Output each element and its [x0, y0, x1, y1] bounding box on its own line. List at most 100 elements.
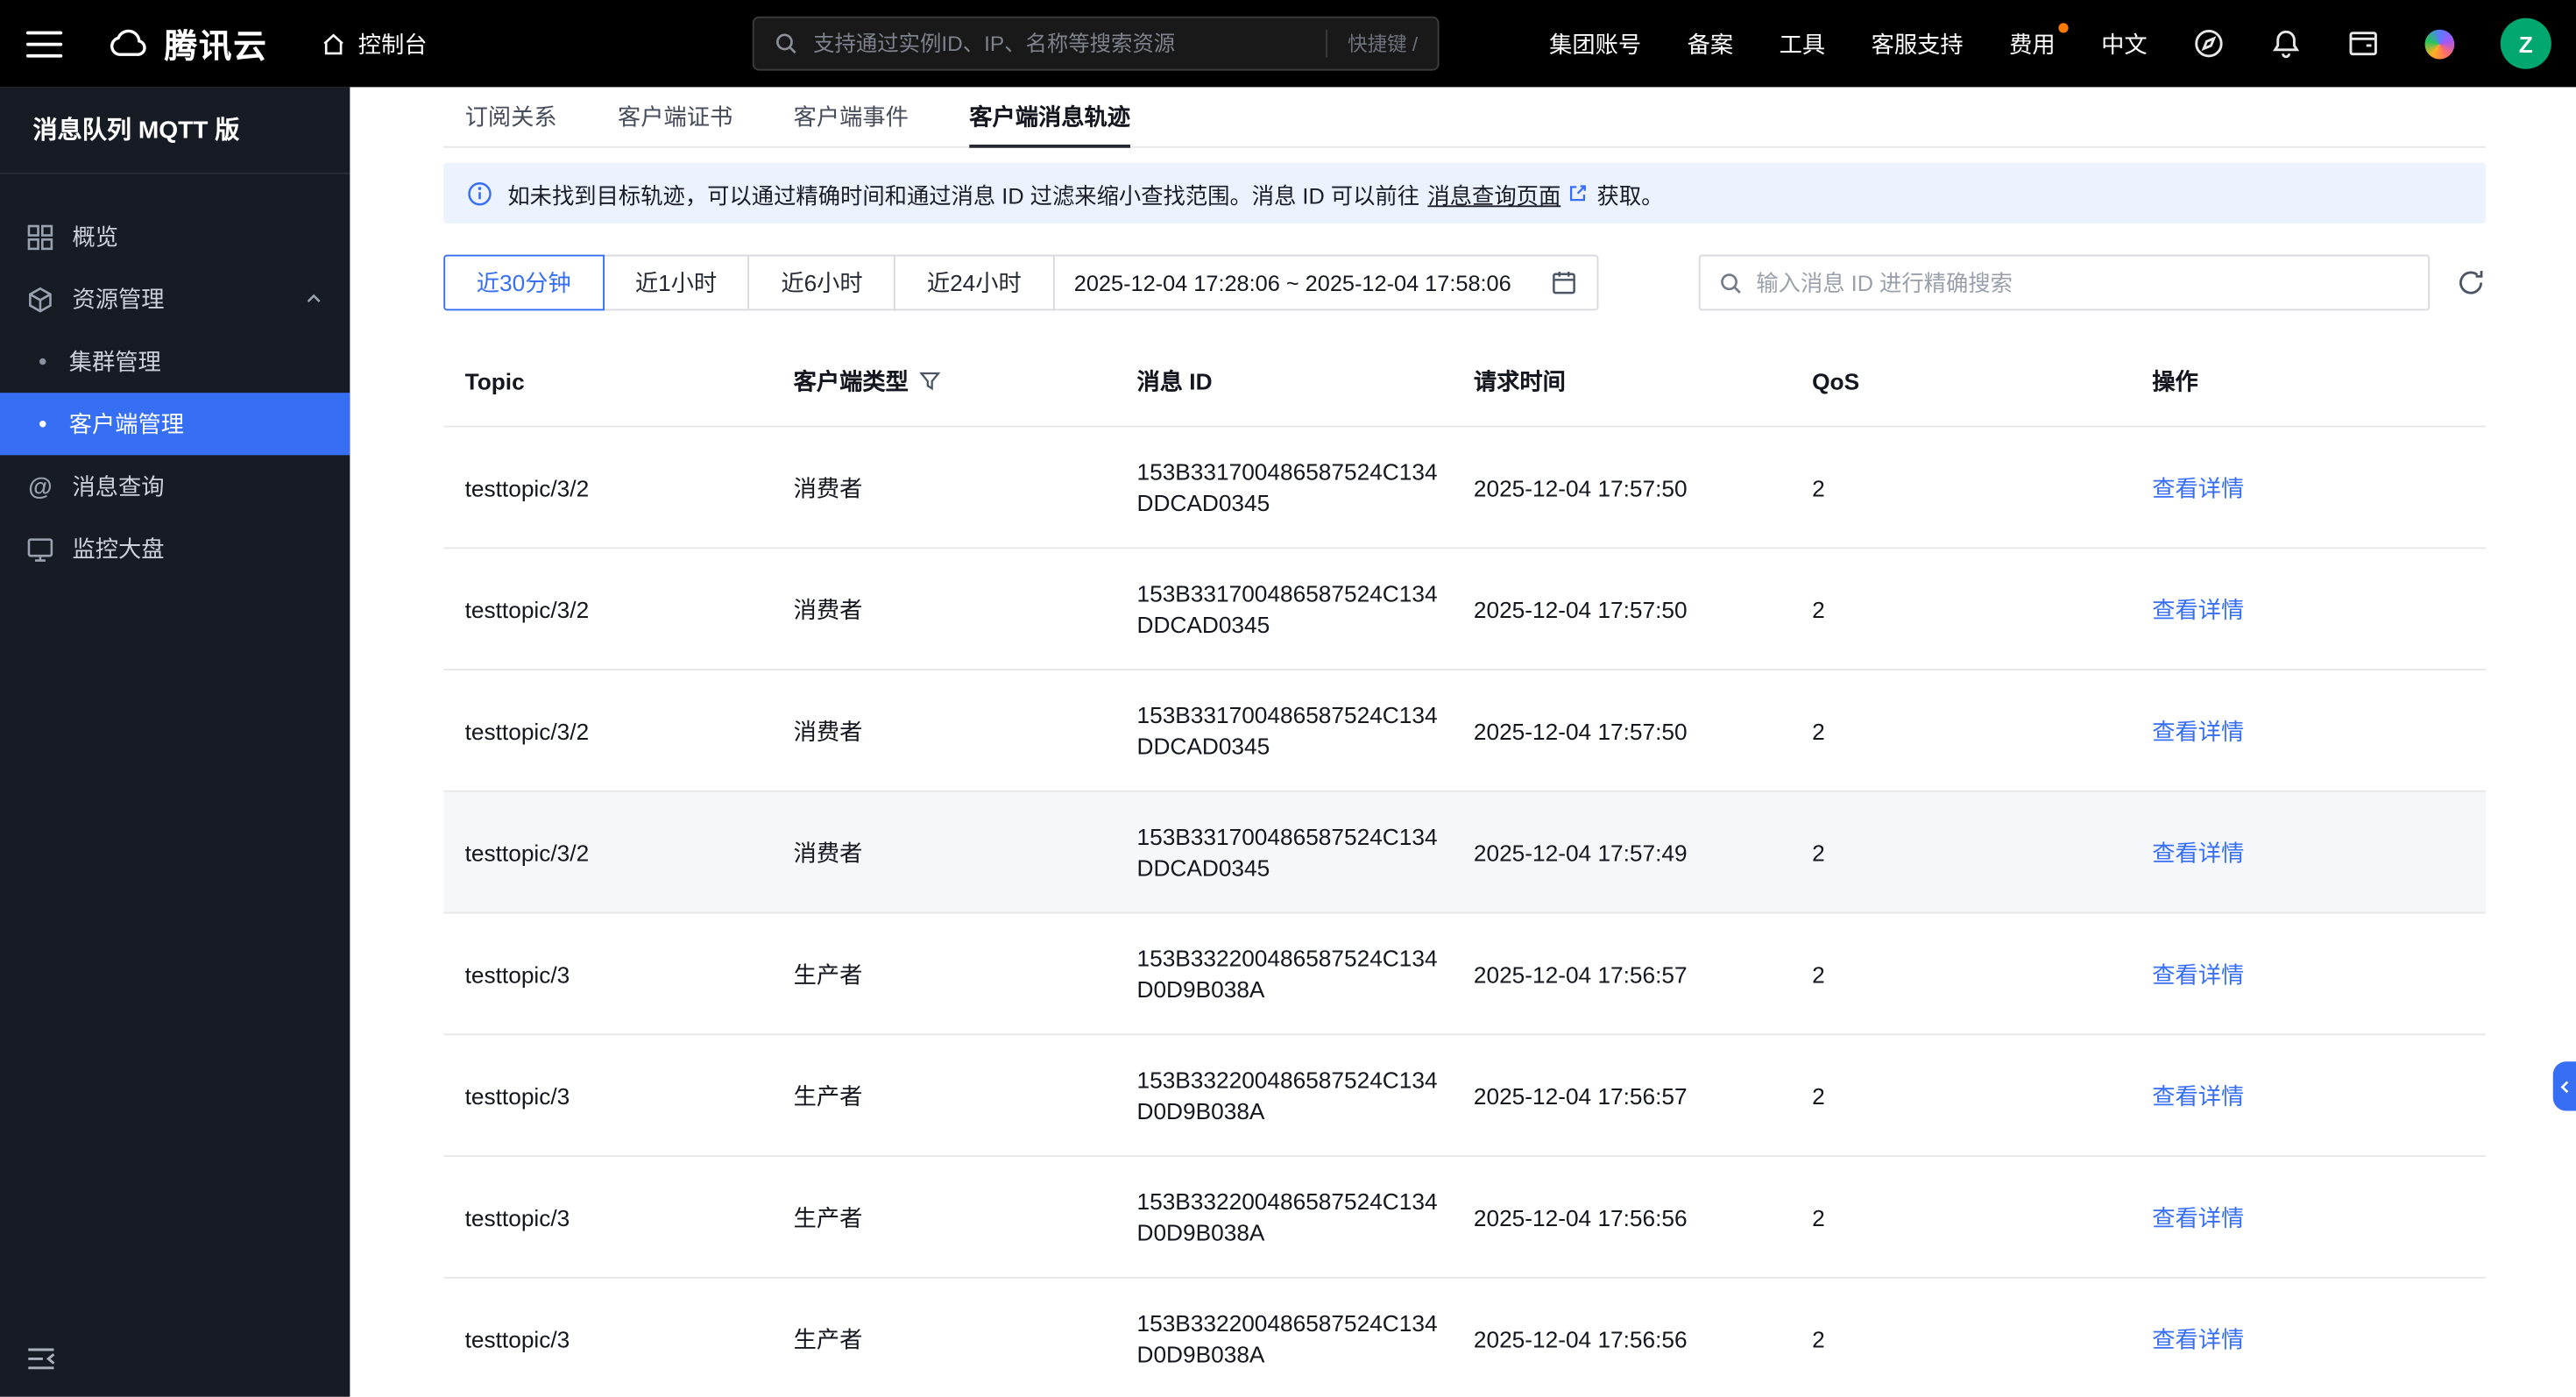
message-id-search[interactable] — [1698, 254, 2431, 311]
shortcut-hint: 快捷键 / — [1326, 29, 1418, 58]
col-message-id: 消息 ID — [1136, 368, 1213, 394]
main-content: 订阅关系 客户端证书 客户端事件 客户端消息轨迹 如未找到目标轨迹，可以通过精确… — [350, 87, 2576, 1397]
date-range-value: 2025-12-04 17:28:06 ~ 2025-12-04 17:58:0… — [1073, 270, 1511, 295]
tab-client-certificates[interactable]: 客户端证书 — [618, 87, 732, 146]
tab-bar: 订阅关系 客户端证书 客户端事件 客户端消息轨迹 — [443, 87, 2486, 148]
cloud-logo-icon — [107, 27, 152, 60]
banner-text-after: 获取。 — [1596, 183, 1664, 209]
cell-request-time: 2025-12-04 17:57:50 — [1473, 717, 1688, 744]
cell-qos: 2 — [1812, 839, 1825, 866]
cell-message-id: 153B332200486587524C134D0D9B038A — [1136, 1065, 1438, 1124]
cell-qos: 2 — [1812, 1203, 1825, 1230]
cell-topic: testtopic/3/2 — [464, 717, 590, 744]
view-details-link[interactable]: 查看详情 — [2152, 596, 2244, 622]
topbar: 腾讯云 控制台 快捷键 / 集团账号 备案 工具 客服支持 费用 中文 — [0, 0, 2576, 88]
bullet-dot — [39, 358, 46, 365]
info-banner: 如未找到目标轨迹，可以通过精确时间和通过消息 ID 过滤来缩小查找范围。消息 I… — [443, 162, 2486, 223]
sidebar-collapse-button[interactable] — [25, 1344, 58, 1374]
view-details-link[interactable]: 查看详情 — [2152, 474, 2244, 500]
page: 腾讯云 控制台 快捷键 / 集团账号 备案 工具 客服支持 费用 中文 — [0, 0, 2576, 1397]
table-row: testtopic/3/2 消费者 153B331700486587524C13… — [443, 428, 2486, 550]
date-range-picker[interactable]: 2025-12-04 17:28:06 ~ 2025-12-04 17:58:0… — [1052, 254, 1599, 311]
cell-qos: 2 — [1812, 960, 1825, 987]
cell-request-time: 2025-12-04 17:57:49 — [1473, 839, 1688, 866]
cell-topic: testtopic/3 — [464, 1081, 570, 1109]
calendar-icon — [1551, 270, 1577, 296]
tencent-cloud-logo[interactable]: 腾讯云 — [107, 20, 268, 67]
sidebar: 消息队列 MQTT 版 概览 资源管理 集群管理 客户端管理 @ 消息查询 监控… — [0, 87, 350, 1397]
message-id-search-input[interactable] — [1756, 270, 2410, 295]
user-avatar[interactable]: Z — [2500, 18, 2551, 69]
view-details-link[interactable]: 查看详情 — [2152, 1082, 2244, 1109]
view-details-link[interactable]: 查看详情 — [2152, 717, 2244, 743]
ai-assistant-icon[interactable] — [2424, 28, 2455, 59]
sidebar-item-cluster-management[interactable]: 集群管理 — [0, 330, 350, 393]
compass-icon[interactable] — [2193, 28, 2225, 60]
view-details-link[interactable]: 查看详情 — [2152, 1203, 2244, 1230]
cell-client-type: 生产者 — [793, 1081, 863, 1109]
bell-icon[interactable] — [2270, 28, 2302, 60]
message-query-page-link[interactable]: 消息查询页面 — [1427, 177, 1560, 210]
console-home-link[interactable]: 控制台 — [321, 27, 428, 60]
cell-qos: 2 — [1812, 473, 1825, 500]
sidebar-item-client-management[interactable]: 客户端管理 — [0, 393, 350, 456]
logo-text: 腾讯云 — [164, 29, 268, 66]
filter-funnel-icon[interactable] — [918, 370, 941, 393]
tab-client-message-trace[interactable]: 客户端消息轨迹 — [969, 87, 1130, 148]
cell-message-id: 153B331700486587524C134DDCAD0345 — [1136, 700, 1438, 759]
cell-topic: testtopic/3/2 — [464, 473, 590, 500]
global-search[interactable]: 快捷键 / — [752, 16, 1440, 71]
cell-message-id: 153B332200486587524C134D0D9B038A — [1136, 944, 1438, 1002]
home-icon — [321, 31, 347, 57]
cell-request-time: 2025-12-04 17:56:57 — [1473, 960, 1688, 987]
table-row: testtopic/3/2 消费者 153B331700486587524C13… — [443, 670, 2486, 792]
product-title: 消息队列 MQTT 版 — [0, 87, 350, 174]
monitor-icon — [26, 535, 54, 563]
chevron-up-icon — [302, 287, 325, 310]
cell-request-time: 2025-12-04 17:56:57 — [1473, 1081, 1688, 1109]
sidebar-item-message-query[interactable]: @ 消息查询 — [0, 455, 350, 517]
billing-menu[interactable]: 费用 — [2009, 22, 2069, 60]
col-client-type: 客户端类型 — [793, 368, 909, 394]
sidebar-item-overview[interactable]: 概览 — [0, 205, 350, 267]
billing-notification-dot — [2058, 22, 2069, 32]
cell-message-id: 153B331700486587524C134DDCAD0345 — [1136, 822, 1438, 881]
cell-client-type: 消费者 — [793, 717, 863, 744]
refresh-icon[interactable] — [2456, 268, 2486, 298]
sidebar-item-resource-management[interactable]: 资源管理 — [0, 268, 350, 330]
col-qos: QoS — [1812, 368, 1860, 394]
tab-subscription-relations[interactable]: 订阅关系 — [465, 87, 557, 146]
cell-topic: testtopic/3 — [464, 960, 570, 987]
feedback-panel-icon[interactable] — [2347, 28, 2379, 60]
cell-topic: testtopic/3/2 — [464, 595, 590, 622]
support-menu[interactable]: 客服支持 — [1872, 27, 1964, 60]
tools-menu[interactable]: 工具 — [1780, 27, 1826, 60]
range-6h-button[interactable]: 近6小时 — [747, 254, 896, 311]
cell-message-id: 153B332200486587524C134D0D9B038A — [1136, 1187, 1438, 1245]
icp-filing-menu[interactable]: 备案 — [1688, 27, 1734, 60]
cell-qos: 2 — [1812, 1081, 1825, 1109]
panel-expand-handle[interactable] — [2552, 1061, 2576, 1111]
range-24h-button[interactable]: 近24小时 — [894, 254, 1055, 311]
search-icon — [774, 32, 798, 56]
view-details-link[interactable]: 查看详情 — [2152, 839, 2244, 865]
group-account-menu[interactable]: 集团账号 — [1549, 27, 1641, 60]
banner-text: 如未找到目标轨迹，可以通过精确时间和通过消息 ID 过滤来缩小查找范围。消息 I… — [507, 183, 1420, 209]
cell-request-time: 2025-12-04 17:57:50 — [1473, 595, 1688, 622]
table-header: Topic 客户端类型 消息 ID 请求时间 QoS 操作 — [443, 337, 2486, 428]
range-30min-button[interactable]: 近30分钟 — [443, 254, 605, 311]
info-icon — [467, 180, 493, 206]
range-1h-button[interactable]: 近1小时 — [602, 254, 750, 311]
global-search-input[interactable] — [813, 31, 1312, 56]
console-label: 控制台 — [357, 30, 428, 57]
cell-qos: 2 — [1812, 1325, 1825, 1352]
view-details-link[interactable]: 查看详情 — [2152, 1325, 2244, 1351]
view-details-link[interactable]: 查看详情 — [2152, 961, 2244, 987]
main-menu-button[interactable] — [26, 30, 63, 57]
tab-client-events[interactable]: 客户端事件 — [794, 87, 909, 146]
table-row: testtopic/3/2 消费者 153B331700486587524C13… — [443, 549, 2486, 670]
col-topic: Topic — [464, 368, 525, 394]
language-switch[interactable]: 中文 — [2101, 27, 2148, 60]
cell-message-id: 153B331700486587524C134DDCAD0345 — [1136, 457, 1438, 515]
sidebar-item-monitor-dashboard[interactable]: 监控大盘 — [0, 518, 350, 580]
